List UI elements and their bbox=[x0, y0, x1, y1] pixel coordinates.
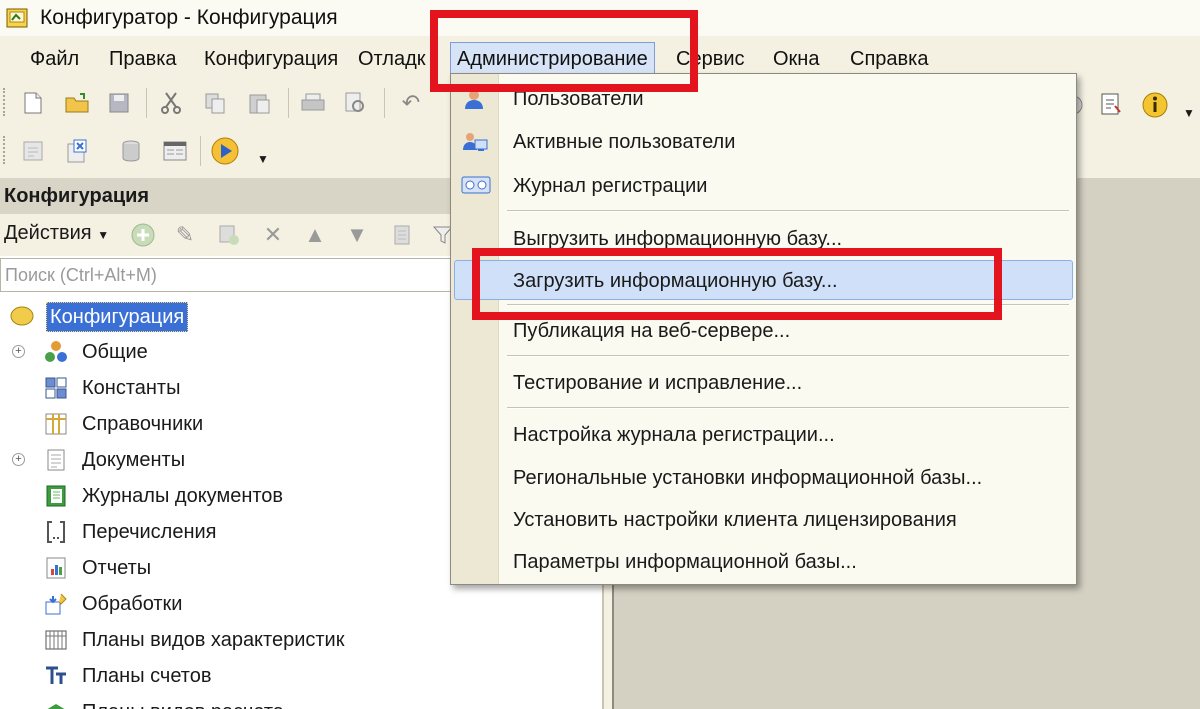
toolbar-separator bbox=[384, 88, 385, 118]
tree-item-label: Отчеты bbox=[82, 557, 152, 579]
menu-item-label: Параметры информационной базы... bbox=[513, 551, 857, 573]
tree-item-calculation-types[interactable]: Планы видов расчета bbox=[0, 694, 600, 709]
menu-windows[interactable]: Окна bbox=[767, 42, 825, 76]
administration-menu: Пользователи Активные пользователи Журна… bbox=[450, 73, 1077, 585]
print-preview-icon[interactable] bbox=[340, 88, 370, 118]
syntax-helper-icon[interactable] bbox=[1096, 90, 1126, 120]
enumerations-icon bbox=[44, 520, 68, 544]
edit-icon[interactable]: ✎ bbox=[170, 220, 200, 250]
toolbar-separator bbox=[200, 136, 201, 166]
tree-item-label: Планы видов расчета bbox=[82, 698, 284, 709]
actions-label: Действия bbox=[4, 222, 92, 244]
menu-help[interactable]: Справка bbox=[844, 42, 934, 76]
journal-icon bbox=[461, 174, 491, 198]
menu-item-label: Региональные установки информационной ба… bbox=[513, 467, 983, 489]
catalogs-icon bbox=[44, 412, 68, 436]
undo-icon[interactable]: ↶ bbox=[396, 88, 426, 118]
menu-separator bbox=[507, 355, 1069, 357]
delete-icon[interactable]: ✕ bbox=[258, 220, 288, 250]
data-processors-icon bbox=[44, 592, 68, 616]
app-icon bbox=[6, 7, 28, 29]
tree-item-characteristic-types[interactable]: Планы видов характеристик bbox=[0, 622, 600, 658]
menu-item-label: Журнал регистрации bbox=[513, 175, 708, 197]
tree-item-label: Общие bbox=[82, 341, 148, 363]
annotation-frame-administration bbox=[430, 10, 698, 92]
run-debug-icon[interactable] bbox=[210, 136, 240, 166]
tree-item-label: Документы bbox=[82, 449, 186, 471]
print-icon[interactable] bbox=[298, 88, 328, 118]
chevron-down-icon[interactable]: ▼ bbox=[248, 144, 278, 174]
menu-separator bbox=[507, 210, 1069, 212]
menu-item-label: Активные пользователи bbox=[513, 131, 736, 153]
tree-item-label: Планы счетов bbox=[82, 665, 212, 687]
chevron-down-icon[interactable]: ▼ bbox=[1174, 98, 1200, 128]
database-icon[interactable] bbox=[114, 136, 144, 166]
toolbar-grip[interactable] bbox=[3, 88, 6, 116]
menu-item-label: Настройка журнала регистрации... bbox=[513, 424, 835, 446]
properties-icon[interactable] bbox=[388, 220, 418, 250]
chart-of-accounts-icon bbox=[44, 664, 68, 688]
tree-item-label: Журналы документов bbox=[82, 485, 284, 507]
constants-icon bbox=[44, 376, 68, 400]
characteristic-types-icon bbox=[44, 628, 68, 652]
common-icon bbox=[44, 340, 68, 364]
configuration-toolbar: ▼ bbox=[0, 130, 300, 172]
toolbar-grip[interactable] bbox=[3, 136, 6, 164]
menu-item-event-log-settings[interactable]: Настройка журнала регистрации... bbox=[451, 415, 1076, 455]
active-users-icon bbox=[461, 130, 489, 154]
open-folder-icon[interactable] bbox=[62, 88, 92, 118]
add-copy-icon[interactable] bbox=[214, 220, 244, 250]
menu-configuration[interactable]: Конфигурация bbox=[198, 42, 344, 76]
add-icon[interactable] bbox=[128, 220, 158, 250]
document-journals-icon bbox=[44, 484, 68, 508]
move-up-icon[interactable]: ▲ bbox=[300, 220, 330, 250]
tree-root-label: Конфигурация bbox=[46, 302, 189, 332]
menu-item-label: Установить настройки клиента лицензирова… bbox=[513, 509, 957, 531]
compare-icon[interactable] bbox=[62, 136, 92, 166]
module-icon[interactable] bbox=[18, 136, 48, 166]
menu-separator bbox=[507, 407, 1069, 409]
right-toolbar: ▼ bbox=[1060, 84, 1200, 126]
move-down-icon[interactable]: ▼ bbox=[342, 220, 372, 250]
chevron-down-icon: ▼ bbox=[97, 228, 110, 242]
tree-item-label: Константы bbox=[82, 377, 181, 399]
menu-edit[interactable]: Правка bbox=[103, 42, 183, 76]
copy-icon[interactable] bbox=[200, 88, 230, 118]
menu-item-active-users[interactable]: Активные пользователи bbox=[451, 122, 1076, 162]
menu-item-event-log[interactable]: Журнал регистрации bbox=[451, 166, 1076, 206]
menu-item-test-and-repair[interactable]: Тестирование и исправление... bbox=[451, 363, 1076, 403]
main-toolbar: ↶ bbox=[0, 82, 460, 124]
annotation-frame-load-infobase bbox=[472, 248, 1002, 320]
cut-icon[interactable] bbox=[156, 88, 186, 118]
menu-item-label: Публикация на веб-сервере... bbox=[513, 320, 791, 342]
tree-item-data-processors[interactable]: Обработки bbox=[0, 586, 600, 622]
tree-item-chart-of-accounts[interactable]: Планы счетов bbox=[0, 658, 600, 694]
configuration-icon bbox=[10, 304, 34, 328]
calculation-types-icon bbox=[44, 700, 68, 709]
toolbar-separator bbox=[146, 88, 147, 118]
menu-item-label: Тестирование и исправление... bbox=[513, 372, 803, 394]
info-icon[interactable] bbox=[1140, 90, 1170, 120]
menu-file[interactable]: Файл bbox=[24, 42, 85, 76]
paste-icon[interactable] bbox=[244, 88, 274, 118]
actions-menu-button[interactable]: Действия ▼ bbox=[4, 222, 109, 245]
menu-debug[interactable]: Отладк bbox=[352, 42, 432, 76]
save-icon[interactable] bbox=[104, 88, 134, 118]
tree-item-label: Справочники bbox=[82, 413, 204, 435]
new-document-icon[interactable] bbox=[18, 88, 48, 118]
window-title: Конфигуратор - Конфигурация bbox=[40, 6, 338, 29]
tree-item-label: Перечисления bbox=[82, 521, 217, 543]
menu-item-license-client-settings[interactable]: Установить настройки клиента лицензирова… bbox=[451, 500, 1076, 540]
expand-icon[interactable]: + bbox=[12, 345, 25, 358]
reports-icon bbox=[44, 556, 68, 580]
menu-item-infobase-parameters[interactable]: Параметры информационной базы... bbox=[451, 542, 1076, 582]
menu-item-regional-settings[interactable]: Региональные установки информационной ба… bbox=[451, 458, 1076, 498]
window-list-icon[interactable] bbox=[160, 136, 190, 166]
toolbar-separator bbox=[288, 88, 289, 118]
expand-icon[interactable]: + bbox=[12, 453, 25, 466]
tree-item-label: Обработки bbox=[82, 593, 183, 615]
documents-icon bbox=[44, 448, 68, 472]
tree-item-label: Планы видов характеристик bbox=[82, 629, 345, 651]
